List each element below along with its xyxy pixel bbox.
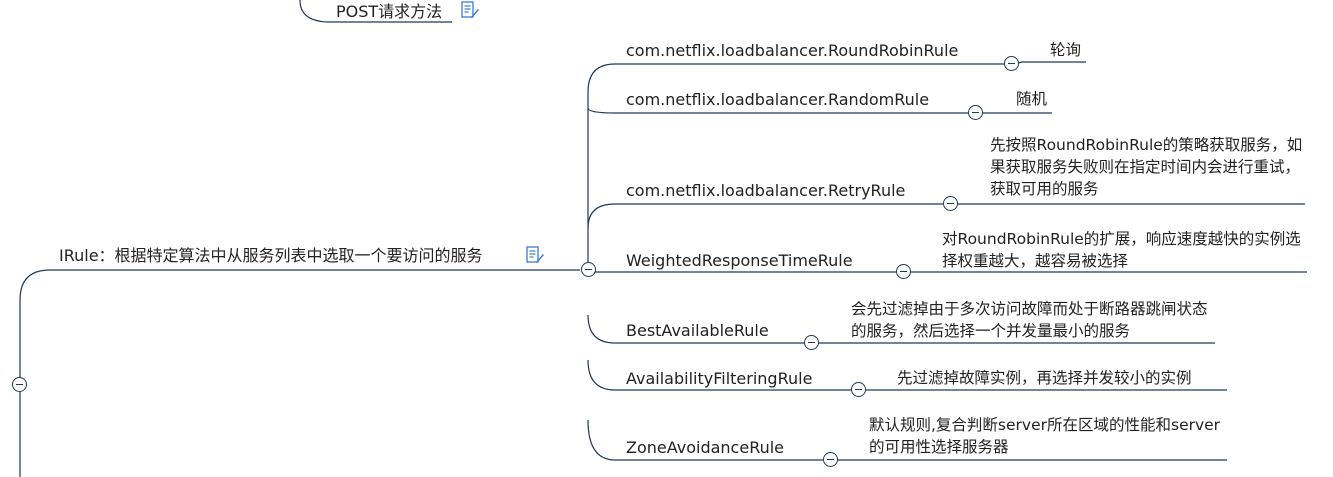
collapse-toggle-rule[interactable] xyxy=(823,452,838,467)
collapse-toggle-rule[interactable] xyxy=(1004,56,1019,71)
top-fragment-label[interactable]: POST请求方法 xyxy=(336,2,442,22)
note-icon[interactable] xyxy=(525,245,545,265)
rule-name[interactable]: WeightedResponseTimeRule xyxy=(626,251,853,271)
rule-description[interactable]: 默认规则,复合判断server所在区域的性能和server的可用性选择服务器 xyxy=(869,414,1226,458)
rule-description[interactable]: 对RoundRobinRule的扩展，响应速度越快的实例选择权重越大，越容易被选… xyxy=(942,228,1310,272)
rule-name[interactable]: com.netflix.loadbalancer.RandomRule xyxy=(626,90,929,110)
note-icon[interactable] xyxy=(460,0,480,20)
collapse-toggle-rule[interactable] xyxy=(851,382,866,397)
collapse-toggle-rule[interactable] xyxy=(968,105,983,120)
rule-description[interactable]: 先按照RoundRobinRule的策略获取服务，如果获取服务失败则在指定时间内… xyxy=(990,134,1308,200)
rule-name[interactable]: com.netflix.loadbalancer.RetryRule xyxy=(626,181,905,201)
collapse-toggle-rule[interactable] xyxy=(896,264,911,279)
rule-description[interactable]: 轮询 xyxy=(1050,39,1110,61)
collapse-toggle-rule[interactable] xyxy=(804,335,819,350)
rule-name[interactable]: BestAvailableRule xyxy=(626,321,769,341)
mindmap-canvas: POST请求方法 IRule：根据特定算法中从服务列表中选取一个要访问的服务 c… xyxy=(0,0,1333,477)
parent-topic[interactable]: IRule：根据特定算法中从服务列表中选取一个要访问的服务 xyxy=(59,246,483,266)
collapse-toggle-root[interactable] xyxy=(12,377,27,392)
rule-description[interactable]: 随机 xyxy=(1016,88,1076,110)
rule-name[interactable]: ZoneAvoidanceRule xyxy=(626,438,784,458)
rule-description[interactable]: 先过滤掉故障实例，再选择并发较小的实例 xyxy=(897,367,1237,389)
rule-name[interactable]: AvailabilityFilteringRule xyxy=(626,369,812,389)
rule-name[interactable]: com.netflix.loadbalancer.RoundRobinRule xyxy=(626,41,958,61)
collapse-toggle-parent[interactable] xyxy=(581,262,596,277)
rule-description[interactable]: 会先过滤掉由于多次访问故障而处于断路器跳闸状态的服务，然后选择一个并发量最小的服… xyxy=(851,298,1221,342)
collapse-toggle-rule[interactable] xyxy=(943,196,958,211)
